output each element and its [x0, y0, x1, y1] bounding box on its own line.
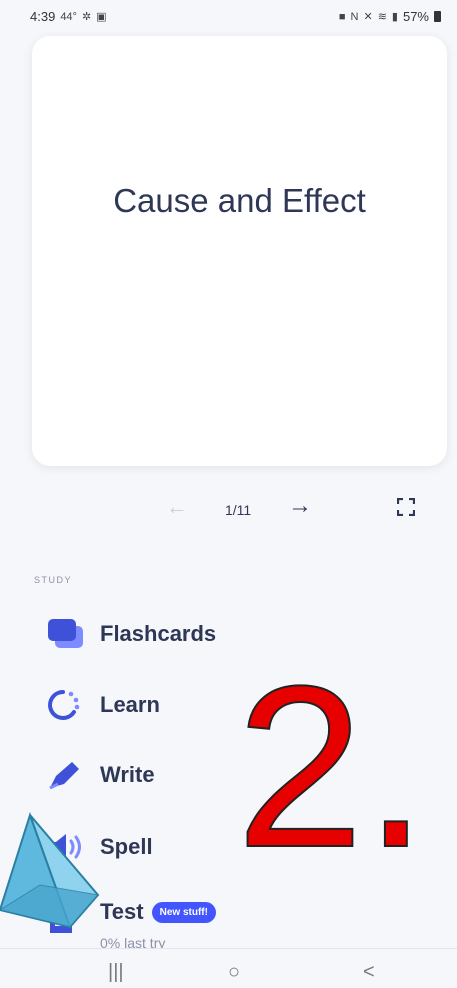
signal-icon: ▮	[391, 11, 398, 23]
home-button[interactable]: ○	[228, 961, 240, 984]
recents-button[interactable]: |||	[108, 961, 124, 984]
arrow-right-icon[interactable]: →	[288, 492, 312, 520]
lock-icon: ■	[338, 10, 346, 23]
system-nav-bar: ||| ○ <	[0, 948, 457, 988]
mute-icon: ✕	[363, 11, 373, 23]
study-item-label: Flashcards	[100, 621, 217, 646]
learn-cycle-icon	[46, 688, 88, 722]
status-right: ■ N ✕ ≋ ▮ 57%	[339, 9, 441, 24]
study-item-flashcards[interactable]: Flashcards	[46, 617, 216, 651]
back-button[interactable]: <	[363, 961, 375, 984]
battery-icon	[434, 11, 441, 22]
study-section-label: STUDY	[34, 575, 73, 585]
study-item-label: Write	[100, 762, 155, 787]
flashcard[interactable]: Cause and Effect	[32, 36, 447, 466]
fullscreen-icon[interactable]	[397, 498, 415, 516]
prism-decoration	[0, 811, 100, 929]
battery-percent: 57%	[402, 9, 429, 24]
gallery-icon: ▣	[96, 11, 107, 23]
weather-temperature: 44°	[60, 10, 77, 23]
pen-icon	[46, 758, 88, 792]
overlay-number-annotation: 2.	[235, 638, 429, 895]
study-item-learn[interactable]: Learn	[46, 688, 160, 722]
card-counter: 1/11	[225, 502, 252, 518]
study-item-label: Learn	[100, 692, 160, 717]
nfc-icon: N	[350, 10, 359, 23]
card-navigation: ← 1/11 →	[0, 490, 457, 530]
status-bar: 4:39 44° ✲ ▣ ■ N ✕ ≋ ▮ 57%	[0, 0, 457, 34]
cards-icon	[46, 617, 88, 651]
status-left: 4:39 44° ✲ ▣	[30, 9, 107, 24]
flashcard-term: Cause and Effect	[113, 182, 366, 219]
wifi-icon: ≋	[377, 11, 387, 23]
status-time: 4:39	[30, 9, 56, 24]
arrow-left-icon[interactable]: ←	[166, 494, 188, 520]
notification-icon: ✲	[81, 11, 92, 23]
study-item-write[interactable]: Write	[46, 758, 155, 792]
new-stuff-badge: New stuff!	[151, 901, 216, 923]
